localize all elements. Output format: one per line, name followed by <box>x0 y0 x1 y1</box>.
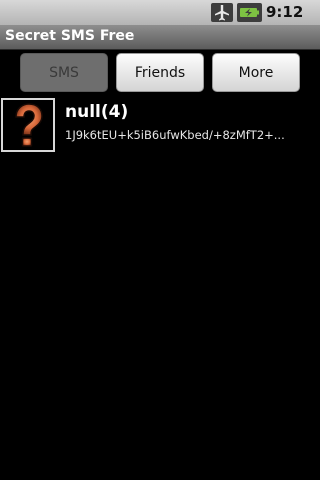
tab-sms[interactable]: SMS <box>20 53 108 92</box>
tab-more[interactable]: More <box>212 53 300 92</box>
airplane-mode-icon <box>211 3 233 22</box>
question-mark-icon <box>3 100 53 150</box>
tab-friends[interactable]: Friends <box>116 53 204 92</box>
contact-name: null(4) <box>65 102 129 122</box>
battery-charging-icon <box>237 3 262 22</box>
status-bar: 9:12 PM <box>0 0 320 40</box>
app-title-bar: Secret SMS Free <box>0 25 320 50</box>
message-list-item[interactable]: null(4) 1J9k6tEU+k5iB6ufwKbed/+8zMfT2+..… <box>0 96 320 156</box>
app-title: Secret SMS Free <box>5 28 135 44</box>
message-preview: 1J9k6tEU+k5iB6ufwKbed/+8zMfT2+... <box>65 128 285 142</box>
contact-avatar <box>1 98 55 152</box>
